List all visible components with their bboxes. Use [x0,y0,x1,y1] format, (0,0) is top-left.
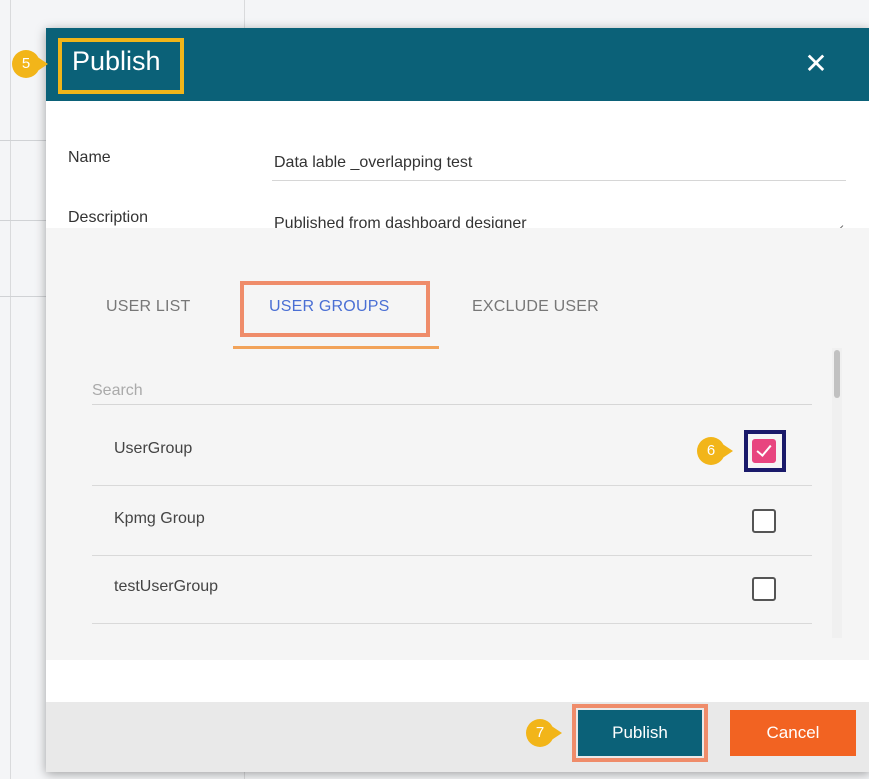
background-divider [0,140,50,141]
cancel-button[interactable]: Cancel [730,710,856,756]
close-icon[interactable]: ✕ [798,46,834,82]
list-item: UserGroup 6 [92,416,812,486]
step-number: 7 [526,719,554,747]
step-number: 6 [697,437,725,465]
group-checkbox[interactable] [752,509,776,533]
name-input[interactable] [272,154,846,181]
tab-highlight-box [240,281,430,337]
group-label: testUserGroup [114,578,219,595]
group-label: Kpmg Group [114,510,205,527]
list-scrollbar-thumb[interactable] [834,350,840,398]
search-input[interactable] [92,377,812,405]
share-panel: USER LIST USER GROUPS EXCLUDE USER UserG… [46,228,869,660]
name-label: Name [68,149,111,166]
active-tab-indicator [233,346,439,349]
step-number: 5 [12,50,40,78]
group-label: UserGroup [114,440,193,457]
publish-dialog: Publish ✕ Name Description USER LIST USE… [46,28,869,772]
list-item: testUserGroup [92,554,812,624]
publish-highlight-box [572,704,708,762]
dialog-footer: Publish Cancel 7 [46,702,869,772]
background-divider [0,296,50,297]
group-checkbox[interactable] [752,577,776,601]
checkbox-highlight-box [744,430,786,472]
description-label: Description [68,209,149,226]
title-highlight-box [58,38,184,94]
background-divider [0,220,50,221]
step-marker: 7 [526,719,574,747]
tab-exclude-user[interactable]: EXCLUDE USER [472,298,599,316]
step-marker: 6 [697,437,745,465]
step-marker: 5 [12,50,60,78]
tab-user-list[interactable]: USER LIST [106,298,191,316]
background-divider [10,0,11,779]
dialog-header: Publish ✕ [46,28,869,101]
list-item: Kpmg Group [92,486,812,556]
